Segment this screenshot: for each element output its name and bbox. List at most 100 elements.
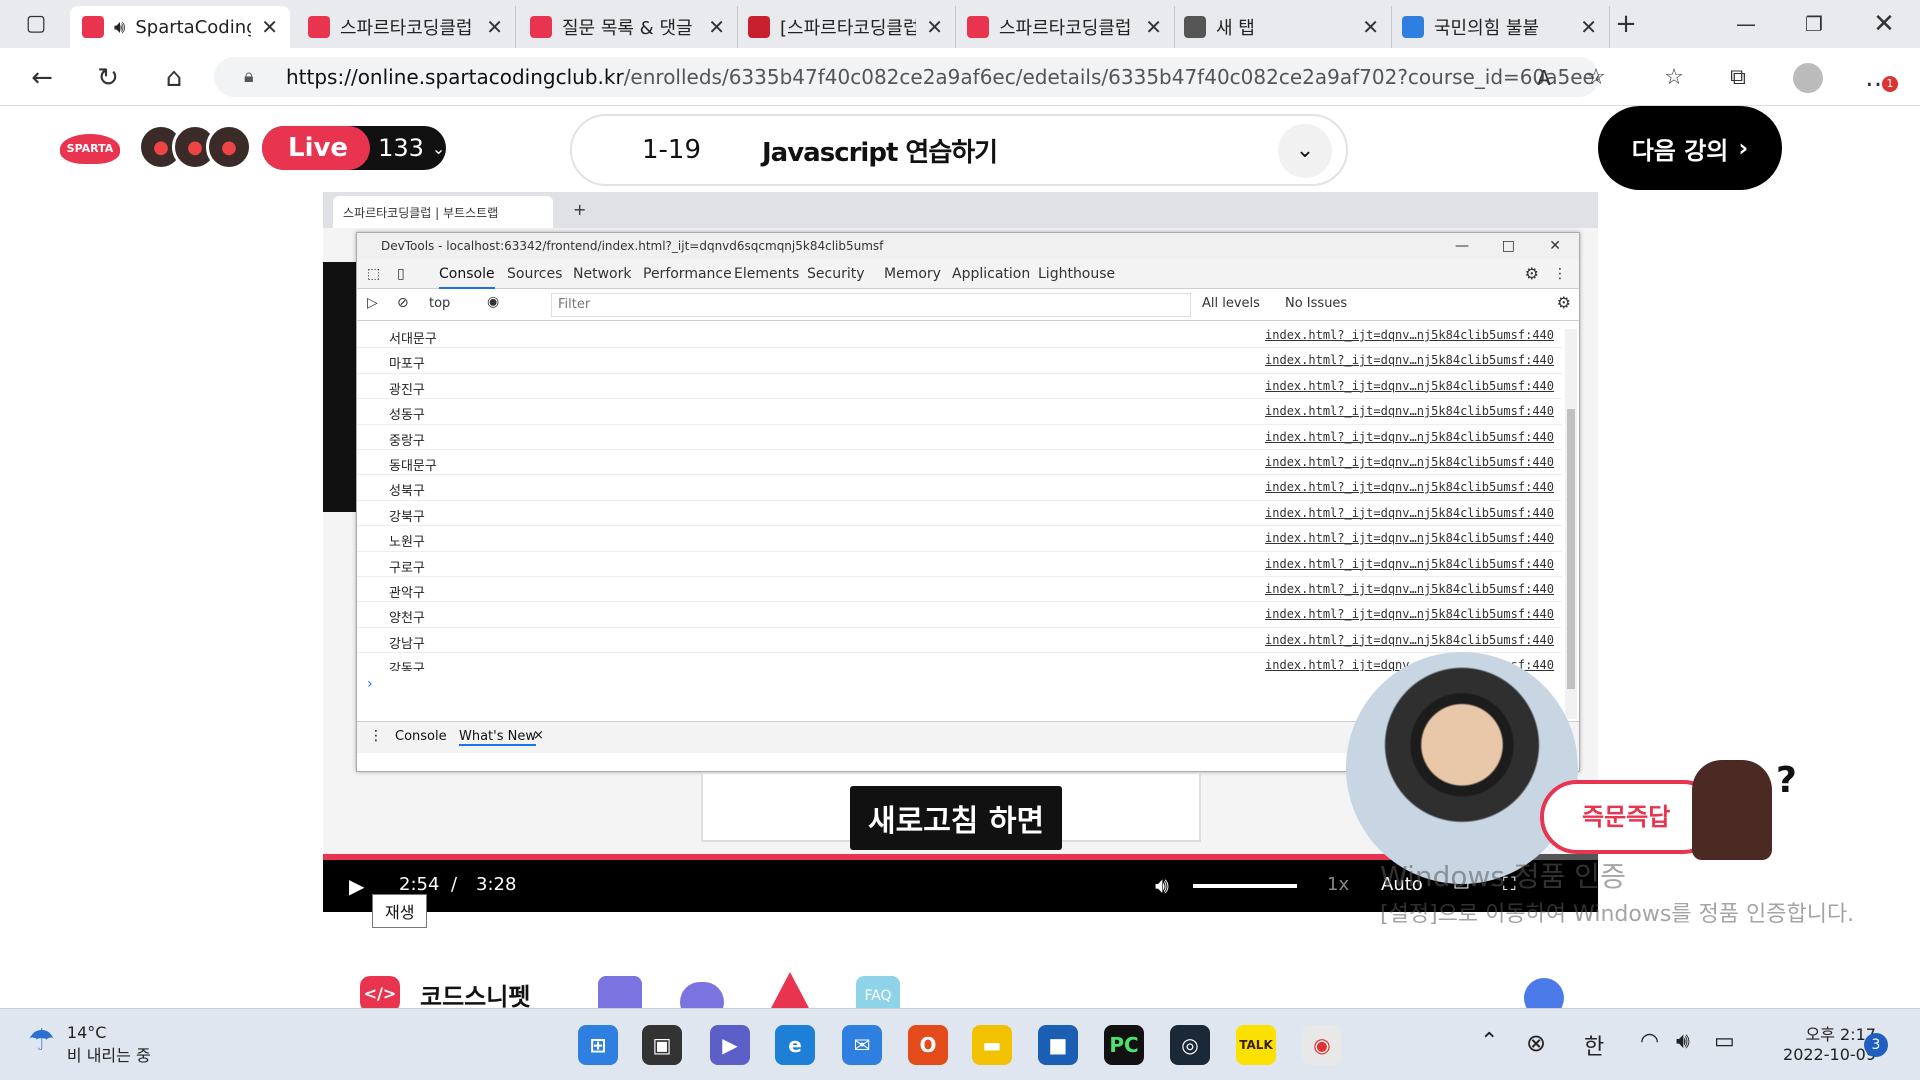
- wifi-icon[interactable]: ◠: [1640, 1029, 1659, 1054]
- next-lecture-button[interactable]: 다음 강의 ›: [1598, 106, 1782, 190]
- sparta-heart-icon: [530, 16, 552, 38]
- lecture-selector[interactable]: 1-19 Javascript 연습하기 ⌄: [570, 114, 1348, 186]
- speaker-icon[interactable]: 🔊︎: [114, 17, 125, 38]
- console-row: 강동구index.html?_ijt=dqnv…nj5k84clib5umsf:…: [357, 653, 1562, 671]
- close-tab-icon[interactable]: ✕: [486, 15, 503, 39]
- sparta-logo[interactable]: SPARTA: [60, 134, 120, 164]
- kakaotalk-icon[interactable]: TALK: [1236, 1025, 1276, 1065]
- console-scrollbar: [1565, 329, 1577, 719]
- play-button[interactable]: ▶: [349, 874, 364, 898]
- console-row: 관악구 index.html?_ijt=dqnv…nj5k84clib5umsf:…: [357, 577, 1562, 603]
- volume-icon[interactable]: 🔊︎: [1676, 1029, 1690, 1054]
- chat-icon[interactable]: ▶: [710, 1025, 750, 1065]
- console-source-link: index.html?_ijt=dqnv…nj5k84clib5umsf:440: [1265, 328, 1554, 342]
- read-aloud-icon[interactable]: A: [1526, 60, 1562, 96]
- file-explorer-icon[interactable]: ▬: [972, 1025, 1012, 1065]
- office-icon[interactable]: O: [908, 1025, 948, 1065]
- console-source-link: index.html?_ijt=dqnv…nj5k84clib5umsf:440: [1265, 429, 1554, 444]
- browser-tab[interactable]: 🔊︎ SpartaCodingClub ✕: [70, 6, 290, 48]
- system-clock[interactable]: 오후 2:17 2022-10-09: [1754, 1021, 1876, 1064]
- chat-icon[interactable]: [680, 982, 724, 1008]
- code-snippet-tab[interactable]: </> 코드스니펫: [360, 976, 530, 1008]
- console-log-text: 강동구: [389, 662, 425, 671]
- console-source-link: index.html?_ijt=dqnv…nj5k84clib5umsf:440: [1265, 556, 1554, 571]
- close-tab-icon[interactable]: ✕: [1580, 15, 1597, 39]
- notification-count[interactable]: 3: [1864, 1033, 1888, 1057]
- eye-icon: ◉: [487, 294, 500, 310]
- browser-tab[interactable]: 새 탭 ✕: [1172, 6, 1392, 48]
- drawer-tab: Console: [395, 729, 447, 744]
- question-mark-icon: ?: [1776, 760, 1797, 801]
- duration: 3:28: [476, 874, 517, 895]
- address-bar-row: ← ↻ ⌂ 🔒︎ https://online.spartacodingclub…: [0, 48, 1920, 106]
- pycharm-icon[interactable]: PC: [1104, 1025, 1144, 1065]
- volume-icon[interactable]: 🔊︎: [1155, 874, 1169, 899]
- favorites-icon[interactable]: ☆: [1656, 60, 1692, 96]
- weather-text: 비 내리는 중: [66, 1046, 151, 1065]
- lock-icon[interactable]: 🔒︎: [244, 57, 254, 97]
- live-counter[interactable]: Live 133 ⌄: [262, 126, 446, 170]
- chrome-icon[interactable]: ◉: [1302, 1025, 1342, 1065]
- chevron-down-icon[interactable]: ⌄: [1278, 124, 1332, 178]
- close-window-button[interactable]: ✕: [1866, 6, 1902, 42]
- add-favorite-icon[interactable]: ☆: [1578, 60, 1614, 96]
- home-icon[interactable]: ⌂: [156, 60, 192, 96]
- browser-tab[interactable]: 스파르타코딩클럽 ✕: [955, 6, 1175, 48]
- notification-badge: 1: [1882, 76, 1898, 92]
- inspect-icon: ⬚: [367, 266, 381, 282]
- gear-icon[interactable]: [1524, 978, 1564, 1008]
- speed-button[interactable]: 1x: [1327, 874, 1349, 895]
- store-icon[interactable]: ■: [1038, 1025, 1078, 1065]
- new-tab-button[interactable]: +: [1608, 6, 1644, 42]
- chevron-up-icon[interactable]: ⌃: [1480, 1029, 1498, 1054]
- edge-icon[interactable]: e: [775, 1025, 815, 1065]
- collections-icon[interactable]: ⧉: [1720, 60, 1756, 96]
- browser-tab[interactable]: [스파르타코딩클럽 ✕: [736, 6, 956, 48]
- current-time: 2:54: [399, 874, 440, 895]
- battery-icon[interactable]: ▭: [1714, 1029, 1735, 1054]
- devtools-tab: Security: [807, 266, 865, 282]
- faq-icon[interactable]: FAQ: [856, 976, 900, 1008]
- task-view-icon[interactable]: ▣: [642, 1025, 682, 1065]
- close-tab-icon[interactable]: ✕: [1145, 15, 1162, 39]
- browser-tab[interactable]: 질문 목록 & 댓글 ✕: [518, 6, 738, 48]
- profile-avatar[interactable]: [1790, 60, 1826, 96]
- video-side-strip: [323, 262, 358, 512]
- checklist-icon[interactable]: [598, 976, 642, 1008]
- console-log-text: 광진구: [389, 382, 425, 398]
- maximize-button[interactable]: ❐: [1796, 6, 1832, 42]
- tab-title: 질문 목록 & 댓글: [562, 18, 693, 39]
- clock-time: 오후 2:17: [1805, 1025, 1876, 1044]
- close-tab-icon[interactable]: ✕: [926, 15, 943, 39]
- minimize-button[interactable]: —: [1728, 6, 1764, 42]
- url-field[interactable]: 🔒︎ https://online.spartacodingclub.kr/en…: [214, 57, 1599, 97]
- console-source-link: index.html?_ijt=dqnv…nj5k84clib5umsf:440: [1265, 454, 1554, 469]
- app-tray-icon[interactable]: ⊗: [1526, 1029, 1546, 1057]
- start-icon[interactable]: ⊞: [578, 1025, 618, 1065]
- tab-title: 새 탭: [1216, 18, 1255, 39]
- close-tab-icon[interactable]: ✕: [1362, 15, 1379, 39]
- tab-actions-icon[interactable]: ▢: [18, 6, 54, 42]
- console-row: 성북구 index.html?_ijt=dqnv…nj5k84clib5umsf:…: [357, 475, 1562, 501]
- tab-title: 스파르타코딩클럽: [999, 18, 1132, 39]
- volume-slider[interactable]: [1193, 884, 1297, 888]
- back-button[interactable]: ←: [24, 60, 60, 96]
- browser-tab[interactable]: 국민의힘 불붙 ✕: [1390, 6, 1610, 48]
- console-output: 서대문구 index.html?_ijt=dqnv…nj5k84clib5umsf…: [357, 323, 1562, 671]
- ime-indicator[interactable]: 한: [1584, 1029, 1604, 1061]
- mail-icon[interactable]: ✉: [842, 1025, 882, 1065]
- weather-widget[interactable]: ☂ 14°C 비 내리는 중: [28, 1023, 151, 1066]
- browser-tab[interactable]: 스파르타코딩클럽 ✕: [296, 6, 516, 48]
- warning-icon[interactable]: [770, 972, 810, 1008]
- close-tab-icon[interactable]: ✕: [708, 15, 725, 39]
- clock-date: 2022-10-09: [1783, 1045, 1876, 1064]
- url-host: https://online.spartacodingclub.kr: [286, 65, 624, 89]
- devtools-tab: Sources: [507, 266, 563, 282]
- sparta-heart-icon: [967, 16, 989, 38]
- console-log-text: 동대문구: [389, 458, 437, 474]
- tab-title: SpartaCodingClub: [135, 16, 251, 38]
- close-tab-icon[interactable]: ✕: [261, 15, 278, 39]
- refresh-button[interactable]: ↻: [90, 60, 126, 96]
- steam-icon[interactable]: ◎: [1170, 1025, 1210, 1065]
- code-icon: </>: [360, 976, 400, 1008]
